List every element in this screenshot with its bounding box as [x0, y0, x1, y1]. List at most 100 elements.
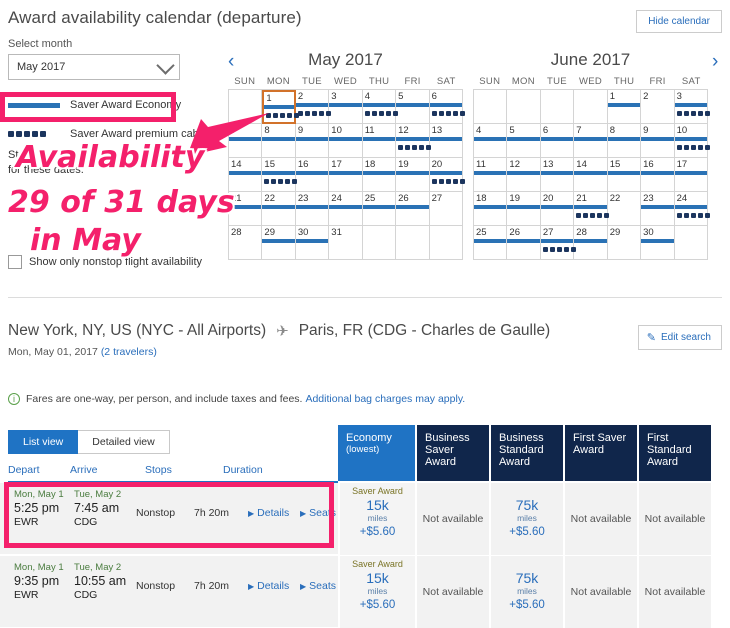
- seats-link[interactable]: ▶ Seats: [300, 580, 336, 592]
- calendar-day[interactable]: 28: [229, 226, 263, 260]
- fare-column-header[interactable]: Business Standard Award: [489, 425, 563, 481]
- table-row[interactable]: Mon, May 1 5:25 pm EWR Tue, May 2 7:45 am CDG…: [0, 483, 722, 555]
- calendar-day[interactable]: 1: [262, 90, 300, 124]
- calendar-day[interactable]: 25: [474, 226, 508, 260]
- calendar-day[interactable]: 1: [607, 90, 642, 124]
- tab-detailed-view[interactable]: Detailed view: [78, 430, 170, 454]
- calendar-day[interactable]: 25: [362, 192, 397, 226]
- calendar-day[interactable]: 22: [607, 192, 642, 226]
- month-select-dropdown[interactable]: May 2017: [8, 54, 180, 80]
- calendar-day[interactable]: 23: [295, 192, 330, 226]
- calendar-day[interactable]: 12: [507, 158, 541, 192]
- calendar-day[interactable]: 20: [540, 192, 575, 226]
- calendar-day[interactable]: 6: [540, 124, 575, 158]
- calendar-day[interactable]: 7: [229, 124, 263, 158]
- column-header-depart[interactable]: Depart: [8, 464, 70, 476]
- calendar-day[interactable]: 9: [641, 124, 675, 158]
- calendar-day[interactable]: 13: [429, 124, 463, 158]
- details-link[interactable]: ▶ Details: [248, 507, 289, 519]
- calendar-day[interactable]: 24: [674, 192, 710, 226]
- details-link[interactable]: ▶ Details: [248, 580, 289, 592]
- arrive-day: Tue, May 2: [74, 489, 122, 500]
- bag-charges-link[interactable]: Additional bag charges may apply.: [305, 393, 465, 405]
- fare-column-header[interactable]: First Standard Award: [637, 425, 711, 481]
- calendar-day[interactable]: 28: [574, 226, 608, 260]
- saver-economy-bar: [607, 171, 641, 175]
- calendar-day[interactable]: 4: [362, 90, 398, 124]
- calendar-day[interactable]: 21: [574, 192, 610, 226]
- calendar-day[interactable]: 10: [674, 124, 710, 158]
- calendar-day[interactable]: 19: [507, 192, 541, 226]
- calendar-day[interactable]: 7: [574, 124, 608, 158]
- calendar-day[interactable]: 5: [396, 90, 430, 124]
- tab-list-view[interactable]: List view: [8, 430, 79, 454]
- calendar-day[interactable]: 16: [641, 158, 675, 192]
- saver-economy-bar: [641, 205, 674, 209]
- calendar-day[interactable]: 31: [329, 226, 363, 260]
- fare-cell-available[interactable]: Saver Award 15k miles +$5.60: [338, 483, 415, 555]
- nonstop-filter-row[interactable]: Show only nonstop flight availability: [8, 255, 202, 269]
- calendar-day[interactable]: 12: [396, 124, 432, 158]
- calendar-day[interactable]: 2: [641, 90, 675, 124]
- calendar-day[interactable]: 22: [262, 192, 296, 226]
- calendar-day[interactable]: 29: [607, 226, 642, 260]
- nonstop-checkbox[interactable]: [8, 255, 22, 269]
- calendar-day[interactable]: 6: [429, 90, 465, 124]
- calendar-day[interactable]: 2: [295, 90, 331, 124]
- calendar-day[interactable]: 18: [474, 192, 508, 226]
- fare-cell-available[interactable]: 75k miles +$5.60: [489, 556, 563, 628]
- fare-column-header[interactable]: Business Saver Award: [415, 425, 489, 481]
- calendar-day[interactable]: 24: [329, 192, 363, 226]
- calendar-day[interactable]: 17: [329, 158, 363, 192]
- calendar-day[interactable]: 20: [429, 158, 465, 192]
- hide-calendar-button[interactable]: Hide calendar: [636, 10, 722, 33]
- calendar-day[interactable]: 27: [429, 192, 463, 226]
- edit-search-button[interactable]: ✎ Edit search: [637, 325, 722, 350]
- fare-cell-available[interactable]: Saver Award 15k miles +$5.60: [338, 556, 415, 628]
- calendar-day[interactable]: 11: [362, 124, 397, 158]
- calendar-day[interactable]: 26: [507, 226, 541, 260]
- calendar-day[interactable]: 8: [607, 124, 642, 158]
- seats-link[interactable]: ▶ Seats: [300, 507, 336, 519]
- calendar-day[interactable]: 9: [295, 124, 330, 158]
- depart-time: 5:25 pm: [14, 501, 60, 515]
- column-header-arrive[interactable]: Arrive: [70, 464, 145, 476]
- fare-column-title: Business Saver Award: [425, 432, 470, 468]
- calendar-day-number: 16: [297, 159, 309, 170]
- calendar-day[interactable]: 23: [641, 192, 675, 226]
- calendar-day[interactable]: 26: [396, 192, 430, 226]
- calendar-day[interactable]: 15: [607, 158, 642, 192]
- fare-column-header[interactable]: First Saver Award: [563, 425, 637, 481]
- fare-column-header[interactable]: Economy (lowest): [338, 425, 415, 481]
- calendar-day[interactable]: 21: [229, 192, 263, 226]
- calendar-day[interactable]: 17: [674, 158, 708, 192]
- travelers-link[interactable]: (2 travelers): [101, 346, 157, 358]
- calendar-day[interactable]: 18: [362, 158, 397, 192]
- calendar-day[interactable]: 11: [474, 158, 508, 192]
- calendar-day[interactable]: 30: [641, 226, 675, 260]
- calendar-day[interactable]: 27: [540, 226, 576, 260]
- fare-cell-available[interactable]: 75k miles +$5.60: [489, 483, 563, 555]
- next-month-arrow[interactable]: ›: [712, 50, 718, 74]
- calendar-day[interactable]: 8: [262, 124, 296, 158]
- table-row[interactable]: Mon, May 1 9:35 pm EWR Tue, May 2 10:55 am CD…: [0, 556, 722, 628]
- calendar-day[interactable]: 3: [329, 90, 363, 124]
- calendar-day[interactable]: 3: [674, 90, 710, 124]
- column-header-duration[interactable]: Duration: [223, 464, 333, 476]
- calendar-day[interactable]: 15: [262, 158, 298, 192]
- calendar-day[interactable]: 19: [396, 158, 430, 192]
- calendar-day[interactable]: 4: [474, 124, 508, 158]
- calendar-day-number: 2: [297, 91, 304, 102]
- calendar-day-number: 23: [297, 193, 309, 204]
- calendar-day[interactable]: 5: [507, 124, 541, 158]
- calendar-day[interactable]: 14: [229, 158, 263, 192]
- calendar-day[interactable]: 16: [295, 158, 330, 192]
- calendar-day[interactable]: 14: [574, 158, 608, 192]
- saver-economy-bar: [262, 239, 295, 243]
- calendar-day[interactable]: 30: [295, 226, 330, 260]
- column-header-stops[interactable]: Stops: [145, 464, 223, 476]
- calendar-day[interactable]: 10: [329, 124, 363, 158]
- saver-economy-bar: [607, 103, 641, 107]
- calendar-day[interactable]: 29: [262, 226, 296, 260]
- calendar-day[interactable]: 13: [540, 158, 575, 192]
